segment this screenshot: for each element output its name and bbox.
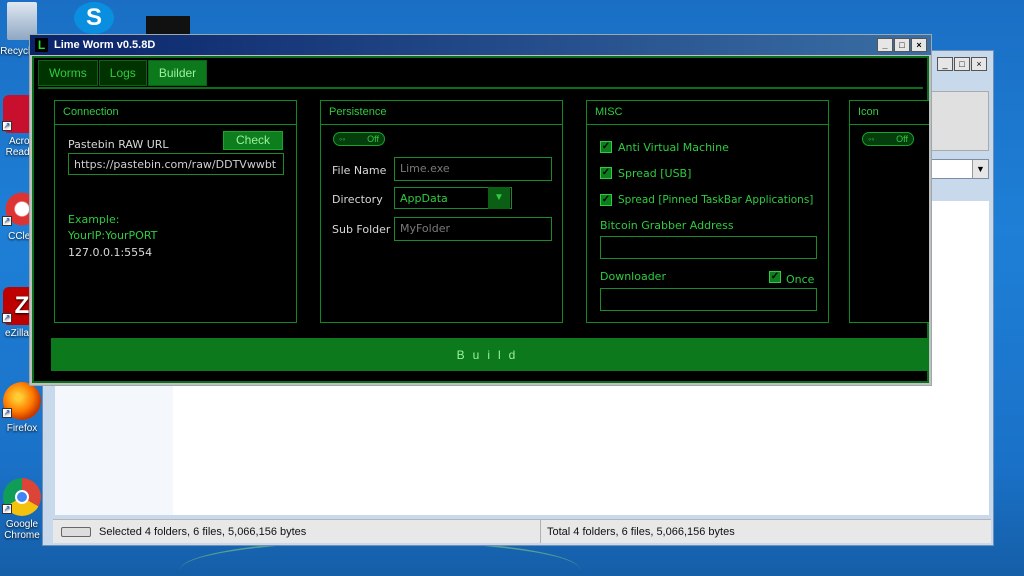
toggle-label: Off <box>367 134 379 144</box>
status-right: Total 4 folders, 6 files, 5,066,156 byte… <box>541 520 735 543</box>
bitcoin-label: Bitcoin Grabber Address <box>600 219 734 232</box>
status-left-text: Selected 4 folders, 6 files, 5,066,156 b… <box>99 525 307 538</box>
window-controls: _ □ × <box>877 38 927 52</box>
close-button[interactable]: × <box>911 38 927 52</box>
drive-icon <box>61 527 91 537</box>
panel-title: Connection <box>55 101 296 125</box>
title-bar[interactable]: L Lime Worm v0.5.8D _ □ × <box>30 35 931 55</box>
shortcut-arrow-icon: ↗ <box>2 216 12 226</box>
app-body: Worms Logs Builder Connection Pastebin R… <box>32 56 929 383</box>
file-name-label: File Name <box>332 164 387 177</box>
pastebin-url-input[interactable]: https://pastebin.com/raw/DDTVwwbt <box>68 153 284 175</box>
toggle-knob-icon: ◦◦ <box>339 134 346 144</box>
tab-bar: Worms Logs Builder <box>38 60 208 86</box>
persistence-panel: Persistence ◦◦ Off File Name Lime.exe Di… <box>320 100 563 323</box>
example-format: YourIP:YourPORT <box>68 229 158 242</box>
desktop: Recycle ↗ Acrob Reader ↗ CClea Z ↗ eZill… <box>0 0 1024 576</box>
misc-panel: MISC ✓ Anti Virtual Machine ✓ Spread [US… <box>586 100 829 323</box>
lime-worm-window: L Lime Worm v0.5.8D _ □ × Worms Logs Bui… <box>29 34 932 386</box>
tab-builder[interactable]: Builder <box>147 60 208 86</box>
downloader-input[interactable] <box>600 288 817 311</box>
icon-panel: Icon ◦◦ Off <box>849 100 929 323</box>
close-button[interactable]: × <box>971 57 987 71</box>
tab-worms[interactable]: Worms <box>38 60 98 86</box>
subfolder-input[interactable]: MyFolder <box>394 217 552 241</box>
status-left: Selected 4 folders, 6 files, 5,066,156 b… <box>53 520 541 543</box>
once-checkbox[interactable]: ✓ <box>769 271 781 283</box>
panel-title: Persistence <box>321 101 562 125</box>
spread-usb-label: Spread [USB] <box>618 167 692 180</box>
once-label: Once <box>786 273 815 286</box>
tab-divider <box>38 87 923 89</box>
toggle-label: Off <box>896 134 908 144</box>
example-label: Example: <box>68 213 120 226</box>
shortcut-arrow-icon: ↗ <box>2 408 12 418</box>
shortcut-arrow-icon: ↗ <box>2 313 12 323</box>
maximize-button[interactable]: □ <box>894 38 910 52</box>
panel-title: Icon <box>850 101 929 125</box>
chevron-down-icon[interactable]: ▼ <box>488 187 510 209</box>
window-title: Lime Worm v0.5.8D <box>54 39 156 51</box>
minimize-button[interactable]: _ <box>937 57 953 71</box>
panel-title: MISC <box>587 101 828 125</box>
downloader-label: Downloader <box>600 270 666 283</box>
example-value: 127.0.0.1:5554 <box>68 246 153 259</box>
anti-vm-label: Anti Virtual Machine <box>618 141 729 154</box>
status-right-text: Total 4 folders, 6 files, 5,066,156 byte… <box>547 525 735 538</box>
shortcut-arrow-icon: ↗ <box>2 121 12 131</box>
explorer-window-controls: _ □ × <box>937 57 987 71</box>
spread-taskbar-checkbox[interactable]: ✓ <box>600 194 612 206</box>
explorer-statusbar: Selected 4 folders, 6 files, 5,066,156 b… <box>53 519 991 543</box>
build-button[interactable]: Build <box>51 338 929 371</box>
spread-taskbar-label: Spread [Pinned TaskBar Applications] <box>618 194 814 206</box>
toggle-knob-icon: ◦◦ <box>868 134 875 144</box>
file-name-input[interactable]: Lime.exe <box>394 157 552 181</box>
tab-logs[interactable]: Logs <box>98 60 147 86</box>
icon-toggle[interactable]: ◦◦ Off <box>862 132 914 146</box>
lime-logo-icon: L <box>35 38 48 52</box>
maximize-button[interactable]: □ <box>954 57 970 71</box>
connection-panel: Connection Pastebin RAW URL Check https:… <box>54 100 297 323</box>
explorer-toolbar-area <box>929 91 989 151</box>
shortcut-arrow-icon: ↗ <box>2 504 12 514</box>
bitcoin-address-input[interactable] <box>600 236 817 259</box>
skype-icon[interactable]: S <box>74 2 114 34</box>
minimize-button[interactable]: _ <box>877 38 893 52</box>
directory-label: Directory <box>332 193 383 206</box>
chevron-down-icon[interactable]: ▼ <box>972 160 988 178</box>
spread-usb-checkbox[interactable]: ✓ <box>600 167 612 179</box>
pastebin-label: Pastebin RAW URL <box>68 138 169 151</box>
subfolder-label: Sub Folder <box>332 223 391 236</box>
anti-vm-checkbox[interactable]: ✓ <box>600 141 612 153</box>
desktop-icon-dark[interactable] <box>146 16 190 34</box>
persistence-toggle[interactable]: ◦◦ Off <box>333 132 385 146</box>
check-button[interactable]: Check <box>223 131 283 150</box>
